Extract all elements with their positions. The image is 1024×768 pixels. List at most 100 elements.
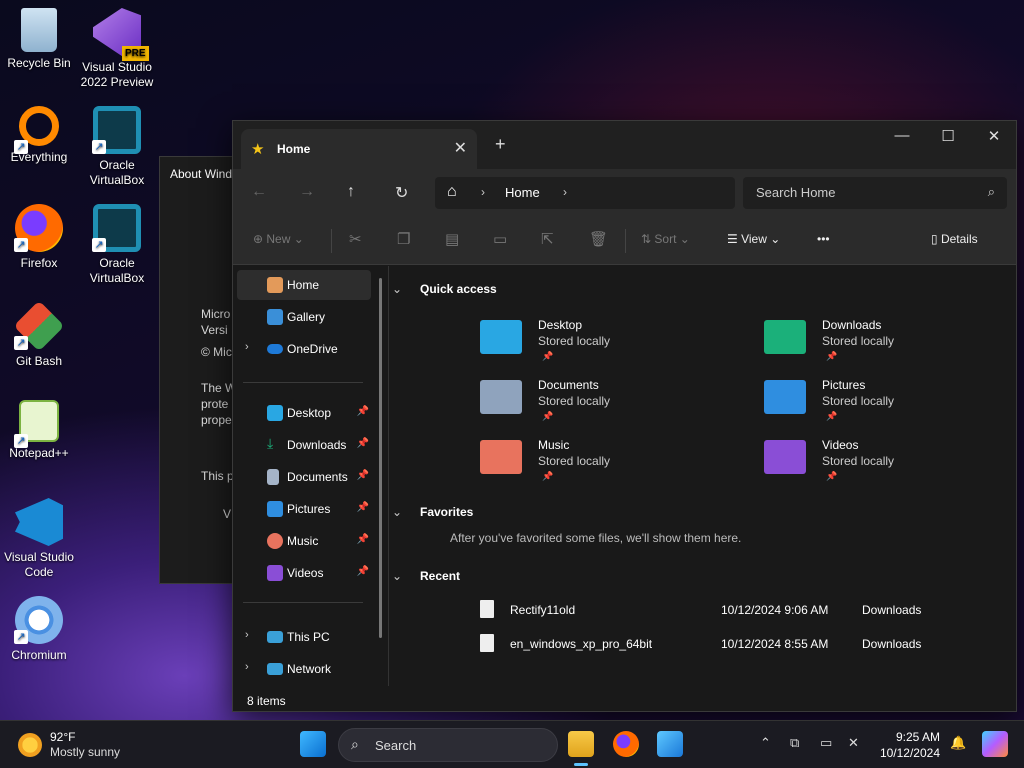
maximize-button[interactable]: ☐ <box>925 127 971 145</box>
rename-icon[interactable]: ▭ <box>493 230 507 248</box>
desktop-icon-recycle-bin[interactable]: Recycle Bin <box>0 8 78 71</box>
back-button[interactable]: ← <box>251 183 267 201</box>
desktop-icon-everything[interactable]: ↗ Everything <box>0 106 78 165</box>
more-options-button[interactable]: ••• <box>817 232 830 246</box>
details-button[interactable]: ▯ Details <box>931 232 978 246</box>
nav-item-desktop[interactable]: Desktop 📌 <box>237 398 371 428</box>
file-explorer-taskbar-icon[interactable] <box>568 731 594 757</box>
firefox-taskbar-icon[interactable] <box>613 731 639 757</box>
chevron-right-icon[interactable]: › <box>245 341 249 353</box>
section-quick-access[interactable]: ⌄ Quick access <box>392 282 497 296</box>
quick-access-item-music[interactable]: Music Stored locally 📌 <box>480 438 720 490</box>
desktop-icon-label: Firefox <box>20 256 58 270</box>
quick-access-item-pictures[interactable]: Pictures Stored locally 📌 <box>764 378 1004 430</box>
minimize-button[interactable]: — <box>879 127 925 144</box>
start-button[interactable] <box>300 731 326 757</box>
desktop-icon-oracle-virtualbox[interactable]: ↗ Oracle VirtualBox <box>78 106 156 188</box>
chevron-down-icon[interactable]: ⌄ <box>392 282 402 296</box>
taskbar-search[interactable]: ⌕ Search <box>338 728 558 762</box>
desktop-icon-git-bash[interactable]: ↗ Git Bash <box>0 300 78 369</box>
recent-file-row[interactable]: Rectify11old 10/12/2024 9:06 AM Download… <box>480 600 930 624</box>
nav-item-documents[interactable]: Documents 📌 <box>237 462 371 492</box>
quick-access-item-downloads[interactable]: Downloads Stored locally 📌 <box>764 318 1004 370</box>
view-button[interactable]: ☰ View ⌄ <box>727 232 780 246</box>
nav-scrollbar[interactable] <box>379 278 382 638</box>
chevron-down-icon[interactable]: ⌄ <box>392 505 402 519</box>
display-icon[interactable]: ▭ <box>820 735 832 751</box>
desktop-icon-visual-studio-code[interactable]: Visual Studio Code <box>0 498 78 580</box>
nav-item-home[interactable]: Home <box>237 270 371 300</box>
address-bar-row: ← → ↑ ↻ ⌂ › Home › Search Home ⌕ <box>233 169 1016 217</box>
shortcut-arrow-icon: ↗ <box>14 238 28 252</box>
section-recent[interactable]: ⌄ Recent <box>392 569 460 583</box>
nav-item-network[interactable]: › Network <box>237 654 371 684</box>
desktop-icon-visual-studio-2022-preview[interactable]: PRE Visual Studio 2022 Preview <box>78 8 156 90</box>
new-tab-button[interactable]: + <box>495 134 506 155</box>
paste-icon[interactable]: ▤ <box>445 230 459 248</box>
nav-item-videos[interactable]: Videos 📌 <box>237 558 371 588</box>
copilot-icon[interactable] <box>982 731 1008 757</box>
copy-icon[interactable]: ❐ <box>397 230 410 248</box>
nav-item-this-pc[interactable]: › This PC <box>237 622 371 652</box>
pin-icon[interactable]: 📌 <box>357 566 369 577</box>
quick-access-item-documents[interactable]: Documents Stored locally 📌 <box>480 378 720 430</box>
nav-item-gallery[interactable]: Gallery <box>237 302 371 332</box>
pin-icon[interactable]: 📌 <box>357 502 369 513</box>
new-button[interactable]: ⊕ New ⌄ <box>253 232 304 246</box>
item-name: Videos <box>822 438 859 452</box>
network-icon[interactable]: ⧉ <box>790 735 799 751</box>
home-icon[interactable]: ⌂ <box>447 183 457 201</box>
sort-button[interactable]: ⇅ Sort ⌄ <box>641 232 690 246</box>
tab-home[interactable]: ★ Home ✕ <box>241 129 477 169</box>
forward-button[interactable]: → <box>299 183 315 201</box>
nav-item-pictures[interactable]: Pictures 📌 <box>237 494 371 524</box>
clock[interactable]: 9:25 AM 10/12/2024 <box>878 729 940 761</box>
item-count: 8 items <box>247 694 286 708</box>
close-window-button[interactable]: ✕ <box>971 127 1017 145</box>
chevron-down-icon[interactable]: ⌄ <box>392 569 402 583</box>
quick-access-item-videos[interactable]: Videos Stored locally 📌 <box>764 438 1004 490</box>
breadcrumb-home[interactable]: Home <box>505 185 540 200</box>
music-folder-icon <box>480 440 522 474</box>
weather-widget[interactable]: 92°F Mostly sunny <box>18 729 148 761</box>
up-button[interactable]: ↑ <box>347 183 355 201</box>
about-text-line: V <box>223 507 232 521</box>
delete-icon[interactable]: 🗑 <box>589 230 608 248</box>
desktop-icon-chromium[interactable]: ↗ Chromium <box>0 596 78 663</box>
desktop-icon-oracle-virtualbox-2[interactable]: ↗ Oracle VirtualBox <box>78 204 156 286</box>
pin-icon[interactable]: 📌 <box>357 470 369 481</box>
pin-icon[interactable]: 📌 <box>357 438 369 449</box>
breadcrumb-chevron-icon[interactable]: › <box>563 185 567 199</box>
file-explorer-window[interactable]: ★ Home ✕ + — ☐ ✕ ← → ↑ ↻ ⌂ › Home › Sear… <box>232 120 1017 712</box>
breadcrumb[interactable]: ⌂ › Home › <box>435 177 735 209</box>
chevron-right-icon[interactable]: › <box>245 661 249 673</box>
desktop-icon-label: Visual Studio 2022 Preview <box>80 60 154 89</box>
recent-file-row[interactable]: en_windows_xp_pro_64bit 10/12/2024 8:55 … <box>480 634 930 658</box>
chevron-right-icon[interactable]: › <box>245 629 249 641</box>
shortcut-arrow-icon: ↗ <box>14 140 28 154</box>
search-input[interactable]: Search Home ⌕ <box>743 177 1007 209</box>
share-icon[interactable]: ⇱ <box>541 230 554 248</box>
app-taskbar-icon[interactable] <box>657 731 683 757</box>
desktop-icon-notepad-plus-plus[interactable]: ↗ Notepad++ <box>0 400 78 461</box>
desktop-icon-firefox[interactable]: ↗ Firefox <box>0 204 78 271</box>
chevron-up-icon[interactable]: ⌃ <box>760 735 771 751</box>
nav-item-music[interactable]: Music 📌 <box>237 526 371 556</box>
breadcrumb-chevron-icon[interactable]: › <box>481 185 485 199</box>
pin-icon[interactable]: 📌 <box>357 406 369 417</box>
pin-icon[interactable]: 📌 <box>357 534 369 545</box>
quick-access-item-desktop[interactable]: Desktop Stored locally 📌 <box>480 318 720 370</box>
refresh-button[interactable]: ↻ <box>395 183 408 203</box>
cut-icon[interactable]: ✂ <box>349 230 362 248</box>
volume-icon[interactable]: ✕ <box>848 735 859 751</box>
about-text-line: prope <box>201 413 232 427</box>
desktop-icon-label: Oracle VirtualBox <box>89 256 145 285</box>
downloads-icon: ⤓ <box>267 435 274 451</box>
pre-badge: PRE <box>122 46 149 61</box>
nav-item-onedrive[interactable]: › OneDrive <box>237 334 371 364</box>
bell-icon[interactable]: 🔔 <box>950 735 966 751</box>
nav-item-downloads[interactable]: ⤓ Downloads 📌 <box>237 430 371 460</box>
pin-icon: 📌 <box>542 351 554 361</box>
close-tab-icon[interactable]: ✕ <box>454 138 467 158</box>
section-favorites[interactable]: ⌄ Favorites <box>392 505 473 519</box>
